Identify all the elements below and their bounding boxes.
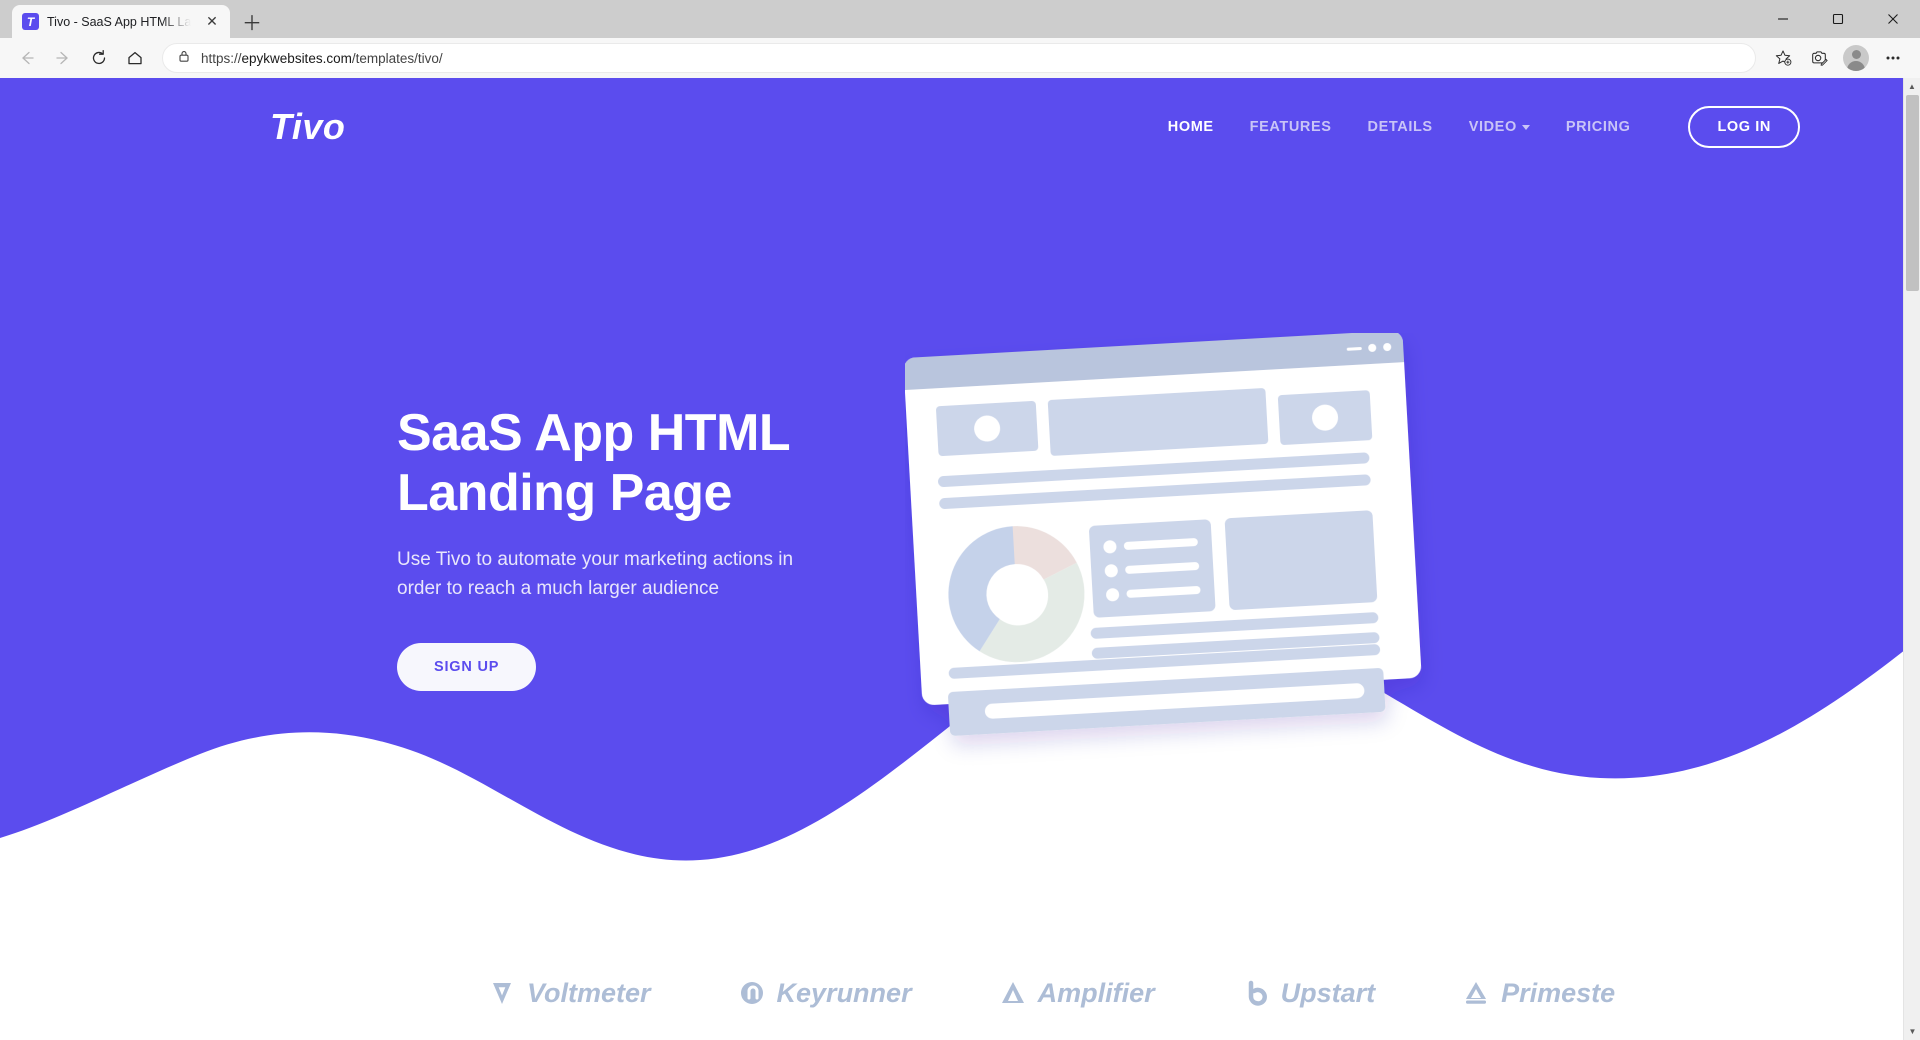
maximize-window-icon[interactable] xyxy=(1810,0,1865,38)
hero-subtitle: Use Tivo to automate your marketing acti… xyxy=(397,546,867,604)
signup-button[interactable]: SIGN UP xyxy=(397,643,537,692)
browser-title-bar: T Tivo - SaaS App HTML Landing P ✕ ＋ xyxy=(0,0,1920,38)
lock-icon xyxy=(177,49,191,68)
site-navigation: Tivo HOME FEATURES DETAILS VIDEO PRICING… xyxy=(0,106,1900,148)
partner-logo-label: Primeste xyxy=(1501,977,1616,1008)
reload-icon[interactable] xyxy=(82,42,116,74)
hero-section: Tivo HOME FEATURES DETAILS VIDEO PRICING… xyxy=(0,78,1920,1040)
hero-title-line-2: Landing Page xyxy=(397,464,732,523)
browser-tab[interactable]: T Tivo - SaaS App HTML Landing P ✕ xyxy=(12,5,230,38)
nav-item-pricing[interactable]: PRICING xyxy=(1566,119,1631,135)
browser-window: T Tivo - SaaS App HTML Landing P ✕ ＋ xyxy=(0,0,1920,1040)
forward-icon[interactable] xyxy=(46,42,80,74)
partner-logo-label: Keyrunner xyxy=(776,977,912,1008)
page-scrollbar[interactable]: ▲ ▼ xyxy=(1903,78,1920,1040)
nav-item-home[interactable]: HOME xyxy=(1168,119,1214,135)
hero-dashboard-illustration xyxy=(905,333,1422,736)
close-tab-icon[interactable]: ✕ xyxy=(202,12,222,32)
minimize-window-icon[interactable] xyxy=(1755,0,1810,38)
home-icon[interactable] xyxy=(118,42,152,74)
window-controls xyxy=(1755,0,1920,38)
hero-subtitle-line-2: order to reach a much larger audience xyxy=(397,577,720,599)
collections-icon[interactable] xyxy=(1802,42,1836,74)
hero-subtitle-line-1: Use Tivo to automate your marketing acti… xyxy=(397,548,794,570)
keyrunner-logo-icon xyxy=(740,982,763,1004)
voltmeter-logo-icon xyxy=(493,983,511,1004)
scroll-down-arrow-icon[interactable]: ▼ xyxy=(1904,1023,1920,1040)
tab-favicon-icon: T xyxy=(22,13,39,30)
nav-item-details[interactable]: DETAILS xyxy=(1368,119,1433,135)
new-tab-button[interactable]: ＋ xyxy=(236,6,268,36)
site-logo[interactable]: Tivo xyxy=(270,106,345,148)
partner-logo-label: Upstart xyxy=(1280,977,1376,1008)
tab-strip: T Tivo - SaaS App HTML Landing P ✕ ＋ xyxy=(0,0,268,38)
tab-title: Tivo - SaaS App HTML Landing P xyxy=(47,14,194,29)
profile-avatar[interactable] xyxy=(1843,45,1869,71)
address-bar-url: https://epykwebsites.com/templates/tivo/ xyxy=(201,50,443,66)
partner-logos: Voltmeter Keyrunner Amplifier Upstart Pr… xyxy=(0,933,1920,1040)
nav-item-features[interactable]: FEATURES xyxy=(1250,119,1332,135)
close-window-icon[interactable] xyxy=(1865,0,1920,38)
browser-settings-icon[interactable] xyxy=(1876,42,1910,74)
scrollbar-thumb[interactable] xyxy=(1906,95,1919,291)
upstart-logo-icon xyxy=(1248,980,1267,1006)
avatar-body-icon xyxy=(1847,61,1865,71)
partner-logo-label: Voltmeter xyxy=(527,977,651,1008)
page-viewport: Tivo HOME FEATURES DETAILS VIDEO PRICING… xyxy=(0,78,1920,1040)
login-button[interactable]: LOG IN xyxy=(1688,106,1800,148)
primestep-logo-icon xyxy=(1466,982,1487,1004)
hero-title: SaaS App HTML Landing Page xyxy=(397,403,867,524)
nav-item-video[interactable]: VIDEO xyxy=(1469,119,1530,135)
partner-logo-amplifier: Amplifier xyxy=(998,978,1155,1009)
avatar-head-icon xyxy=(1851,50,1861,59)
back-icon[interactable] xyxy=(10,42,44,74)
browser-toolbar: https://epykwebsites.com/templates/tivo/ xyxy=(0,38,1920,78)
partner-logo-upstart: Upstart xyxy=(1241,977,1376,1009)
address-bar[interactable]: https://epykwebsites.com/templates/tivo/ xyxy=(162,43,1756,73)
partner-logo-keyrunner: Keyrunner xyxy=(737,978,912,1009)
amplifier-logo-icon xyxy=(1001,982,1024,1003)
partner-logo-label: Amplifier xyxy=(1037,977,1155,1008)
partner-logo-voltmeter: Voltmeter xyxy=(487,978,651,1009)
chevron-down-icon xyxy=(1521,124,1530,130)
scroll-up-arrow-icon[interactable]: ▲ xyxy=(1904,78,1920,95)
partner-logo-primestep: Primeste xyxy=(1461,978,1615,1009)
add-favorite-icon[interactable] xyxy=(1766,42,1800,74)
hero-title-line-1: SaaS App HTML xyxy=(397,404,791,462)
hero-text-block: SaaS App HTML Landing Page Use Tivo to a… xyxy=(397,403,867,692)
nav-item-video-label: VIDEO xyxy=(1468,119,1517,135)
landing-page: Tivo HOME FEATURES DETAILS VIDEO PRICING… xyxy=(0,78,1920,1040)
nav-links: HOME FEATURES DETAILS VIDEO PRICING LOG … xyxy=(1168,106,1800,148)
